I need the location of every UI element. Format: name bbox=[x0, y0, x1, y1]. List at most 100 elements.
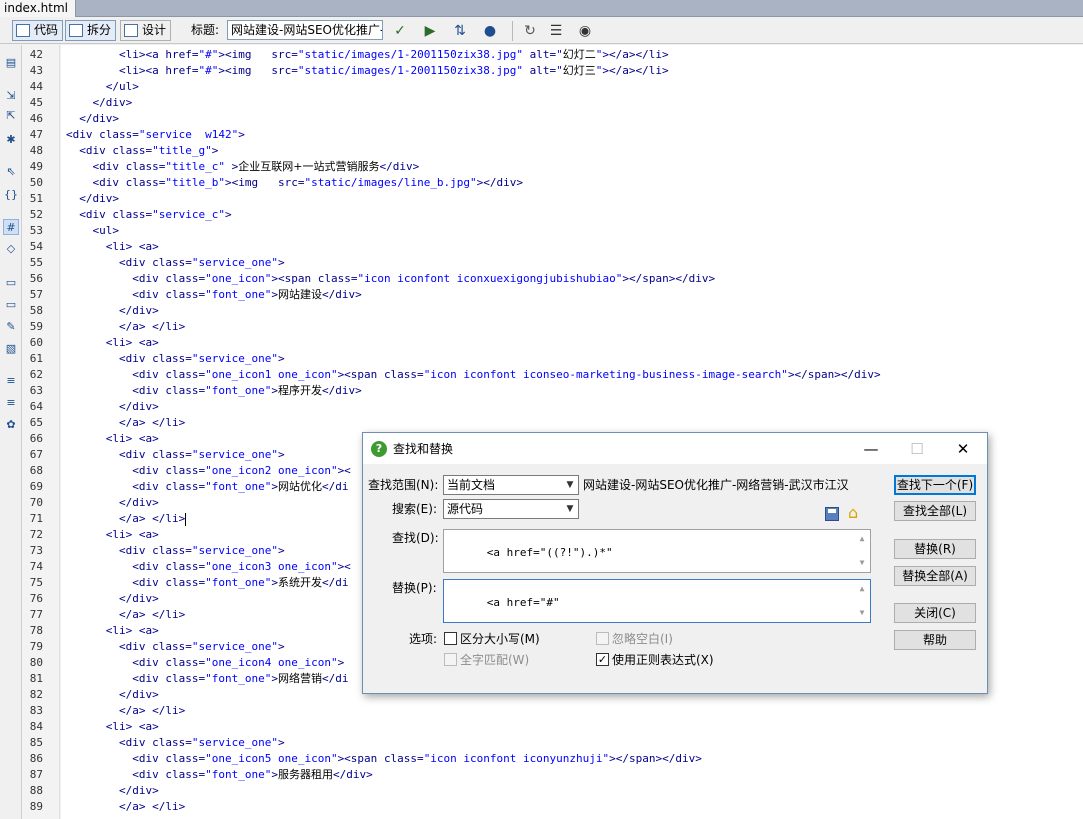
code-line[interactable]: </div> bbox=[66, 783, 159, 799]
code-view-button[interactable]: 代码 bbox=[12, 20, 64, 41]
code-line[interactable]: </div> bbox=[66, 95, 133, 111]
code-line[interactable]: <div class="service_one"> bbox=[66, 351, 285, 367]
select-parent-tag-icon[interactable]: ⇖ bbox=[3, 164, 19, 180]
code-line[interactable]: <div class="one_icon5 one_icon"><span cl… bbox=[66, 751, 702, 767]
find-all-button[interactable]: 查找全部(L) bbox=[894, 501, 976, 521]
title-input[interactable]: 网站建设-网站SEO优化推广- bbox=[227, 20, 383, 40]
code-line[interactable]: </a> </li> bbox=[66, 319, 185, 335]
scope-select[interactable]: 当前文档 ▼ bbox=[443, 475, 579, 495]
code-line[interactable]: <div class="font_one">系统开发</di bbox=[66, 575, 348, 591]
regex-checkbox[interactable]: ✓ bbox=[596, 653, 609, 666]
wrap-tag-icon[interactable]: ✎ bbox=[3, 319, 19, 335]
visual-aids-icon[interactable]: ◉ bbox=[575, 22, 595, 40]
line-numbers-icon[interactable]: # bbox=[3, 219, 19, 235]
code-line[interactable]: <div class="one_icon"><span class="icon … bbox=[66, 271, 715, 287]
format-source-icon[interactable]: ✿ bbox=[3, 417, 19, 433]
code-line[interactable]: <li><a href="#"><img src="static/images/… bbox=[66, 63, 669, 79]
chevron-down-icon: ▼ bbox=[566, 504, 574, 514]
dialog-titlebar[interactable]: ? 查找和替换 — ☐ ✕ bbox=[363, 433, 987, 464]
code-line[interactable]: <div class="font_one">程序开发</div> bbox=[66, 383, 361, 399]
whole-word-checkbox bbox=[444, 653, 457, 666]
code-line[interactable]: <div class="title_c" >企业互联网+一站式营销服务</div… bbox=[66, 159, 420, 175]
code-line[interactable]: <li><a href="#"><img src="static/images/… bbox=[66, 47, 669, 63]
replace-scrollbar[interactable]: ▲ ▼ bbox=[854, 580, 870, 622]
close-window-button[interactable]: ✕ bbox=[941, 437, 985, 461]
replace-textarea[interactable]: <a href="#" ▲ ▼ bbox=[443, 579, 871, 623]
code-line[interactable]: </div> bbox=[66, 303, 159, 319]
code-line[interactable]: </div> bbox=[66, 591, 159, 607]
search-in-select[interactable]: 源代码 ▼ bbox=[443, 499, 579, 519]
code-line[interactable]: </div> bbox=[66, 399, 159, 415]
code-line[interactable]: </a> </li> bbox=[66, 415, 185, 431]
code-line[interactable]: <div class="service_one"> bbox=[66, 255, 285, 271]
code-line[interactable]: <li> <a> bbox=[66, 239, 159, 255]
code-line[interactable]: <div class="one_icon4 one_icon"> bbox=[66, 655, 344, 671]
minimize-button[interactable]: — bbox=[849, 437, 893, 461]
highlight-invalid-icon[interactable]: ◇ bbox=[3, 241, 19, 257]
code-line[interactable]: <div class="service_c"> bbox=[66, 207, 231, 223]
expand-all-icon[interactable]: ✱ bbox=[3, 132, 19, 148]
validate-markup-icon[interactable]: ✓ bbox=[390, 22, 410, 40]
code-line[interactable]: <div class="service w142"> bbox=[66, 127, 245, 143]
document-tab[interactable]: index.html bbox=[0, 0, 76, 17]
code-line[interactable]: <div class="font_one">网站优化</di bbox=[66, 479, 348, 495]
code-line[interactable]: </ul> bbox=[66, 79, 139, 95]
replace-button[interactable]: 替换(R) bbox=[894, 539, 976, 559]
code-line[interactable]: <div class="service_one"> bbox=[66, 447, 285, 463]
code-line[interactable]: </div> bbox=[66, 495, 159, 511]
code-line[interactable]: </a> </li> bbox=[66, 799, 185, 815]
line-number: 78 bbox=[29, 624, 43, 637]
apply-comment-icon[interactable]: ▭ bbox=[3, 275, 19, 291]
code-line[interactable]: <div class="service_one"> bbox=[66, 735, 285, 751]
code-line[interactable]: <div class="one_icon2 one_icon">< bbox=[66, 463, 351, 479]
split-view-button[interactable]: 拆分 bbox=[65, 20, 117, 41]
find-textarea[interactable]: <a href="((?!").)*" ▲ ▼ bbox=[443, 529, 871, 573]
code-line[interactable]: </a> </li> bbox=[66, 607, 185, 623]
browser-compat-icon[interactable]: ▶ bbox=[420, 22, 440, 40]
code-line[interactable]: </div> bbox=[66, 191, 119, 207]
file-management-icon[interactable]: ⇅ bbox=[450, 22, 470, 40]
code-line[interactable]: <ul> bbox=[66, 223, 120, 239]
code-line[interactable]: <div class="title_b"><img src="static/im… bbox=[66, 175, 524, 191]
code-line[interactable]: <li> <a> bbox=[66, 335, 159, 351]
code-line[interactable]: <div class="font_one">网络营销</di bbox=[66, 671, 348, 687]
load-query-icon[interactable]: ⌂ bbox=[848, 505, 858, 521]
view-options-icon[interactable]: ☰ bbox=[546, 22, 566, 40]
design-view-button[interactable]: 设计 bbox=[120, 20, 172, 41]
preview-browser-icon[interactable]: ● bbox=[480, 22, 500, 40]
code-line[interactable]: <div class="title_g"> bbox=[66, 143, 218, 159]
code-line[interactable]: <li> <a> bbox=[66, 623, 159, 639]
find-next-button[interactable]: 查找下一个(F) bbox=[894, 475, 976, 495]
refresh-icon[interactable]: ↻ bbox=[520, 22, 540, 40]
code-line[interactable]: </div> bbox=[66, 687, 159, 703]
code-line[interactable]: <li> <a> bbox=[66, 431, 159, 447]
save-query-icon[interactable] bbox=[825, 507, 839, 521]
outdent-code-icon[interactable]: ≡ bbox=[3, 395, 19, 411]
code-line[interactable]: <div class="one_icon1 one_icon"><span cl… bbox=[66, 367, 880, 383]
code-line[interactable]: </a> </li> bbox=[66, 703, 185, 719]
help-button[interactable]: 帮助 bbox=[894, 630, 976, 650]
find-scrollbar[interactable]: ▲ ▼ bbox=[854, 530, 870, 572]
code-line[interactable]: </a> </li> bbox=[66, 511, 187, 527]
indent-code-icon[interactable]: ≡ bbox=[3, 373, 19, 389]
line-number: 49 bbox=[29, 160, 43, 173]
line-number: 81 bbox=[29, 672, 43, 685]
code-line[interactable]: <div class="service_one"> bbox=[66, 543, 285, 559]
code-line[interactable]: </div> bbox=[66, 111, 119, 127]
code-line[interactable]: <div class="one_icon3 one_icon">< bbox=[66, 559, 351, 575]
close-button[interactable]: 关闭(C) bbox=[894, 603, 976, 623]
code-line[interactable]: <div class="font_one">服务器租用</div> bbox=[66, 767, 372, 783]
match-case-checkbox[interactable] bbox=[444, 632, 457, 645]
recent-snippets-icon[interactable]: ▧ bbox=[3, 341, 19, 357]
replace-all-button[interactable]: 替换全部(A) bbox=[894, 566, 976, 586]
code-line[interactable]: <div class="service_one"> bbox=[66, 639, 285, 655]
open-documents-icon[interactable]: ▤ bbox=[3, 55, 19, 71]
line-number-gutter: 42 43 44 45 46 47 48 49 50 51 52 53 54 55 56 57 58 59 60 61… bbox=[22, 45, 60, 819]
collapse-tag-icon[interactable]: ⇲ bbox=[3, 88, 19, 104]
code-line[interactable]: <li> <a> bbox=[66, 719, 159, 735]
remove-comment-icon[interactable]: ▭ bbox=[3, 297, 19, 313]
balance-braces-icon[interactable]: {} bbox=[3, 187, 19, 203]
code-line[interactable]: <li> <a> bbox=[66, 527, 159, 543]
collapse-selection-icon[interactable]: ⇱ bbox=[3, 108, 19, 124]
code-line[interactable]: <div class="font_one">网站建设</div> bbox=[66, 287, 361, 303]
